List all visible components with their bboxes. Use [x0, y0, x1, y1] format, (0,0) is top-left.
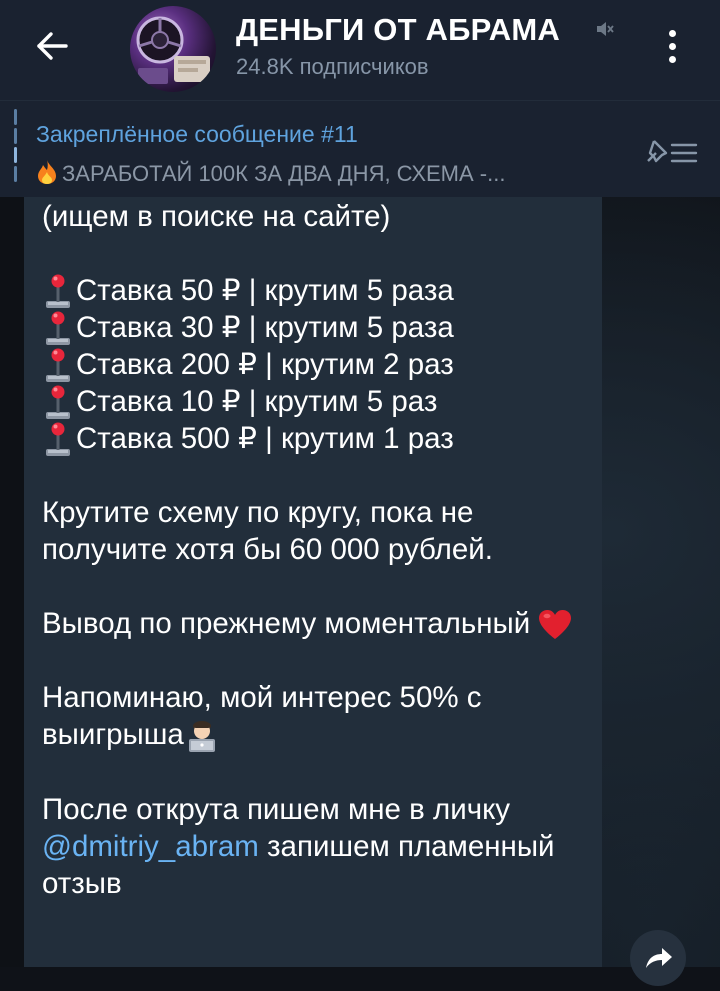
- menu-dot: [668, 55, 676, 63]
- paragraph-interest: Напоминаю, мой интерес 50% с выигрыша: [42, 679, 582, 754]
- stake-line-3: Ставка 200 ₽ | крутим 2 раз: [42, 346, 582, 383]
- stake-line-2: Ставка 30 ₽ | крутим 5 раза: [42, 309, 582, 346]
- mention-link[interactable]: @dmitriy_abram: [42, 830, 259, 863]
- avatar-image: [136, 16, 210, 84]
- stake-line-1: Ставка 50 ₽ | крутим 5 раза: [42, 272, 582, 309]
- stake-text-1: Ставка 50 ₽ | крутим 5 раза: [76, 274, 454, 307]
- fire-icon: [36, 160, 58, 186]
- back-button[interactable]: [24, 24, 80, 68]
- channel-avatar[interactable]: [130, 6, 216, 92]
- message-text: (ищем в поиске на сайте) Ставка 50 ₽ | к…: [42, 198, 582, 902]
- share-arrow-icon: [646, 948, 672, 968]
- pinned-list-button[interactable]: [640, 131, 700, 171]
- pinned-text: ЗАРАБОТАЙ 100К ЗА ДВА ДНЯ, СХЕМА -...: [62, 161, 506, 186]
- pin-position-indicator: [14, 109, 17, 189]
- pinned-title: Закреплённое сообщение #11: [36, 121, 358, 147]
- pin-list-icon: [647, 140, 698, 163]
- after-text-prefix: После открута пишем мне в личку: [42, 793, 511, 827]
- stake-text-2: Ставка 30 ₽ | крутим 5 раза: [76, 311, 454, 344]
- stake-text-5: Ставка 500 ₽ | крутим 1 раз: [76, 422, 454, 455]
- more-menu-button[interactable]: [650, 22, 694, 70]
- menu-dot: [668, 29, 676, 37]
- muted-speaker-icon: [597, 22, 614, 36]
- subscriber-count: 24.8K подписчиков: [236, 54, 429, 79]
- paragraph-after: После открута пишем мне в личку @dmitriy…: [42, 791, 582, 902]
- pinned-message-bar[interactable]: Закреплённое сообщение #11 ЗАРАБОТАЙ 100…: [0, 100, 720, 197]
- interest-text: Напоминаю, мой интерес 50% с выигрыша: [42, 681, 482, 751]
- paragraph-withdraw: Вывод по прежнему моментальный: [42, 605, 582, 642]
- joystick-icon: [46, 348, 70, 382]
- joystick-icon: [46, 274, 70, 308]
- arrow-left-icon: [37, 32, 68, 60]
- withdraw-text: Вывод по прежнему моментальный: [42, 607, 531, 640]
- chat-header: ДЕНЬГИ ОТ АБРАМА 24.8K подписчиков: [0, 0, 720, 100]
- message-line-search: (ищем в поиске на сайте): [42, 200, 391, 233]
- stake-line-4: Ставка 10 ₽ | крутим 5 раз: [42, 383, 582, 420]
- share-button[interactable]: [630, 930, 686, 986]
- joystick-icon: [46, 311, 70, 345]
- stake-line-5: Ставка 500 ₽ | крутим 1 раз: [42, 420, 582, 457]
- stake-text-4: Ставка 10 ₽ | крутим 5 раз: [76, 385, 438, 418]
- joystick-icon: [46, 422, 70, 456]
- menu-dot: [668, 42, 676, 50]
- joystick-icon: [46, 385, 70, 419]
- stake-text-3: Ставка 200 ₽ | крутим 2 раз: [76, 348, 454, 381]
- channel-title[interactable]: ДЕНЬГИ ОТ АБРАМА: [236, 10, 560, 50]
- pinned-preview: ЗАРАБОТАЙ 100К ЗА ДВА ДНЯ, СХЕМА -...: [36, 159, 626, 187]
- red-heart-icon: [539, 610, 572, 640]
- technologist-icon: [188, 721, 215, 753]
- paragraph-loop: Крутите схему по кругу, пока не получите…: [42, 496, 493, 566]
